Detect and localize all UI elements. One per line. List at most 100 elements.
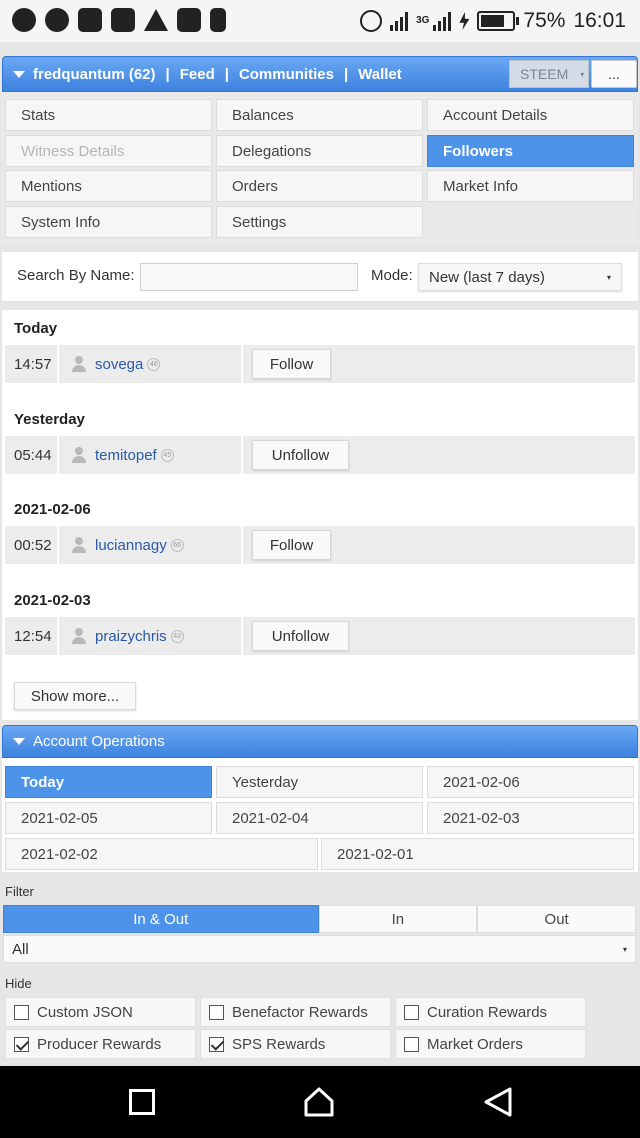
checkbox[interactable] [404,1036,419,1052]
tab-orders[interactable]: Orders [216,170,423,202]
more-button[interactable]: ... [591,60,637,88]
chevron-down-icon: ▾ [622,944,627,954]
tab-followers[interactable]: Followers [427,135,634,167]
checkbox-label: Producer Rewards [37,1035,162,1053]
account-name-link[interactable]: fredquantum (62) [33,66,156,83]
list-item: 05:44 temitopef 45 Unfollow [5,436,635,474]
list-item: 00:52 luciannagy 66 Follow [5,526,635,564]
filter-out[interactable]: Out [477,905,636,933]
follow-button[interactable]: Follow [252,349,331,379]
account-operations-header[interactable]: Account Operations [2,725,638,758]
hide-sps-rewards[interactable]: SPS Rewards [200,1029,391,1059]
search-input[interactable] [140,263,358,291]
collapse-caret-icon [13,738,25,745]
filter-in-out[interactable]: In & Out [3,905,319,933]
follow-button[interactable]: Follow [252,530,331,560]
message-icon [78,8,102,32]
day-tab[interactable]: 2021-02-04 [216,802,423,834]
search-label: Search By Name: [17,267,135,284]
hide-custom-json[interactable]: Custom JSON [5,997,196,1027]
user-icon [71,537,87,553]
gmail-icon [111,8,135,32]
day-tab-today[interactable]: Today [5,766,212,798]
day-heading: Yesterday [14,411,85,428]
reputation-badge: 46 [147,357,161,371]
chevron-down-icon: ▾ [606,272,611,282]
status-bar: 3G 75% 16:01 [0,0,640,42]
mode-select-value: New (last 7 days) [429,268,545,286]
unfollow-button[interactable]: Unfollow [252,440,349,470]
recent-apps-icon[interactable] [129,1089,155,1115]
hide-benefactor-rewards[interactable]: Benefactor Rewards [200,997,391,1027]
chain-select[interactable]: STEEM ▾ [509,60,589,88]
signal-icon [390,11,409,31]
tab-settings[interactable]: Settings [216,206,423,238]
tab-balances[interactable]: Balances [216,99,423,131]
back-icon[interactable] [482,1086,514,1118]
hide-market-orders[interactable]: Market Orders [395,1029,586,1059]
clock: 16:01 [573,9,626,32]
tab-system-info[interactable]: System Info [5,206,212,238]
day-tabs: Today Yesterday 2021-02-06 2021-02-05 20… [2,758,638,872]
separator: | [165,65,170,83]
communities-link[interactable]: Communities [239,66,334,83]
day-tab-yesterday[interactable]: Yesterday [216,766,423,798]
day-tab[interactable]: 2021-02-06 [427,766,634,798]
hide-producer-rewards[interactable]: Producer Rewards [5,1029,196,1059]
checkbox-label: Benefactor Rewards [232,1003,368,1021]
follower-user: luciannagy 66 [61,526,243,564]
tab-mentions[interactable]: Mentions [5,170,212,202]
day-tab[interactable]: 2021-02-05 [5,802,212,834]
user-icon [71,447,87,463]
tab-market-info[interactable]: Market Info [427,170,634,202]
tab-delegations[interactable]: Delegations [216,135,423,167]
checkbox[interactable] [404,1004,419,1020]
user-icon [71,628,87,644]
list-item: 14:57 sovega 46 Follow [5,345,635,383]
unfollow-button[interactable]: Unfollow [252,621,349,651]
section-title: Account Operations [33,733,165,750]
checkbox[interactable] [14,1036,29,1052]
checkbox[interactable] [14,1004,29,1020]
follower-user: praizychris 43 [61,617,243,655]
warning-icon [144,9,168,31]
filter-label: Filter [5,884,34,899]
home-icon[interactable] [303,1086,335,1118]
follow-time: 14:57 [5,345,59,383]
reputation-badge: 43 [170,629,184,643]
android-nav-bar [0,1066,640,1138]
account-header: fredquantum (62) | Feed | Communities | … [2,56,638,92]
filter-in[interactable]: In [318,905,478,933]
list-item: 12:54 praizychris 43 Unfollow [5,617,635,655]
tab-account-details[interactable]: Account Details [427,99,634,131]
mode-label: Mode: [371,267,413,284]
checkbox[interactable] [209,1036,224,1052]
username-link[interactable]: luciannagy [95,537,167,554]
username-link[interactable]: sovega [95,356,143,373]
hide-options: Custom JSON Benefactor Rewards Curation … [5,997,605,1062]
follow-time: 05:44 [5,436,59,474]
mode-select[interactable]: New (last 7 days) ▾ [418,263,622,291]
show-more-button[interactable]: Show more... [14,682,136,710]
day-tab[interactable]: 2021-02-03 [427,802,634,834]
feed-link[interactable]: Feed [180,66,215,83]
day-tab[interactable]: 2021-02-01 [321,838,634,870]
username-link[interactable]: temitopef [95,447,157,464]
follower-user: temitopef 45 [61,436,243,474]
hide-curation-rewards[interactable]: Curation Rewards [395,997,586,1027]
checkbox[interactable] [209,1004,224,1020]
direction-filter: In & Out In Out [3,905,636,933]
user-icon [71,356,87,372]
day-tab[interactable]: 2021-02-02 [5,838,318,870]
follow-time: 00:52 [5,526,59,564]
tab-witness-details[interactable]: Witness Details [5,135,212,167]
wallet-link[interactable]: Wallet [358,66,402,83]
tab-stats[interactable]: Stats [5,99,212,131]
network-type: 3G [416,15,430,26]
operation-type-select[interactable]: All ▾ [3,935,636,963]
followers-list: Today 14:57 sovega 46 Follow Yesterday 0… [2,310,638,720]
separator: | [224,65,229,83]
collapse-caret-icon[interactable] [13,70,25,78]
checkbox-label: Custom JSON [37,1003,133,1021]
username-link[interactable]: praizychris [95,628,167,645]
